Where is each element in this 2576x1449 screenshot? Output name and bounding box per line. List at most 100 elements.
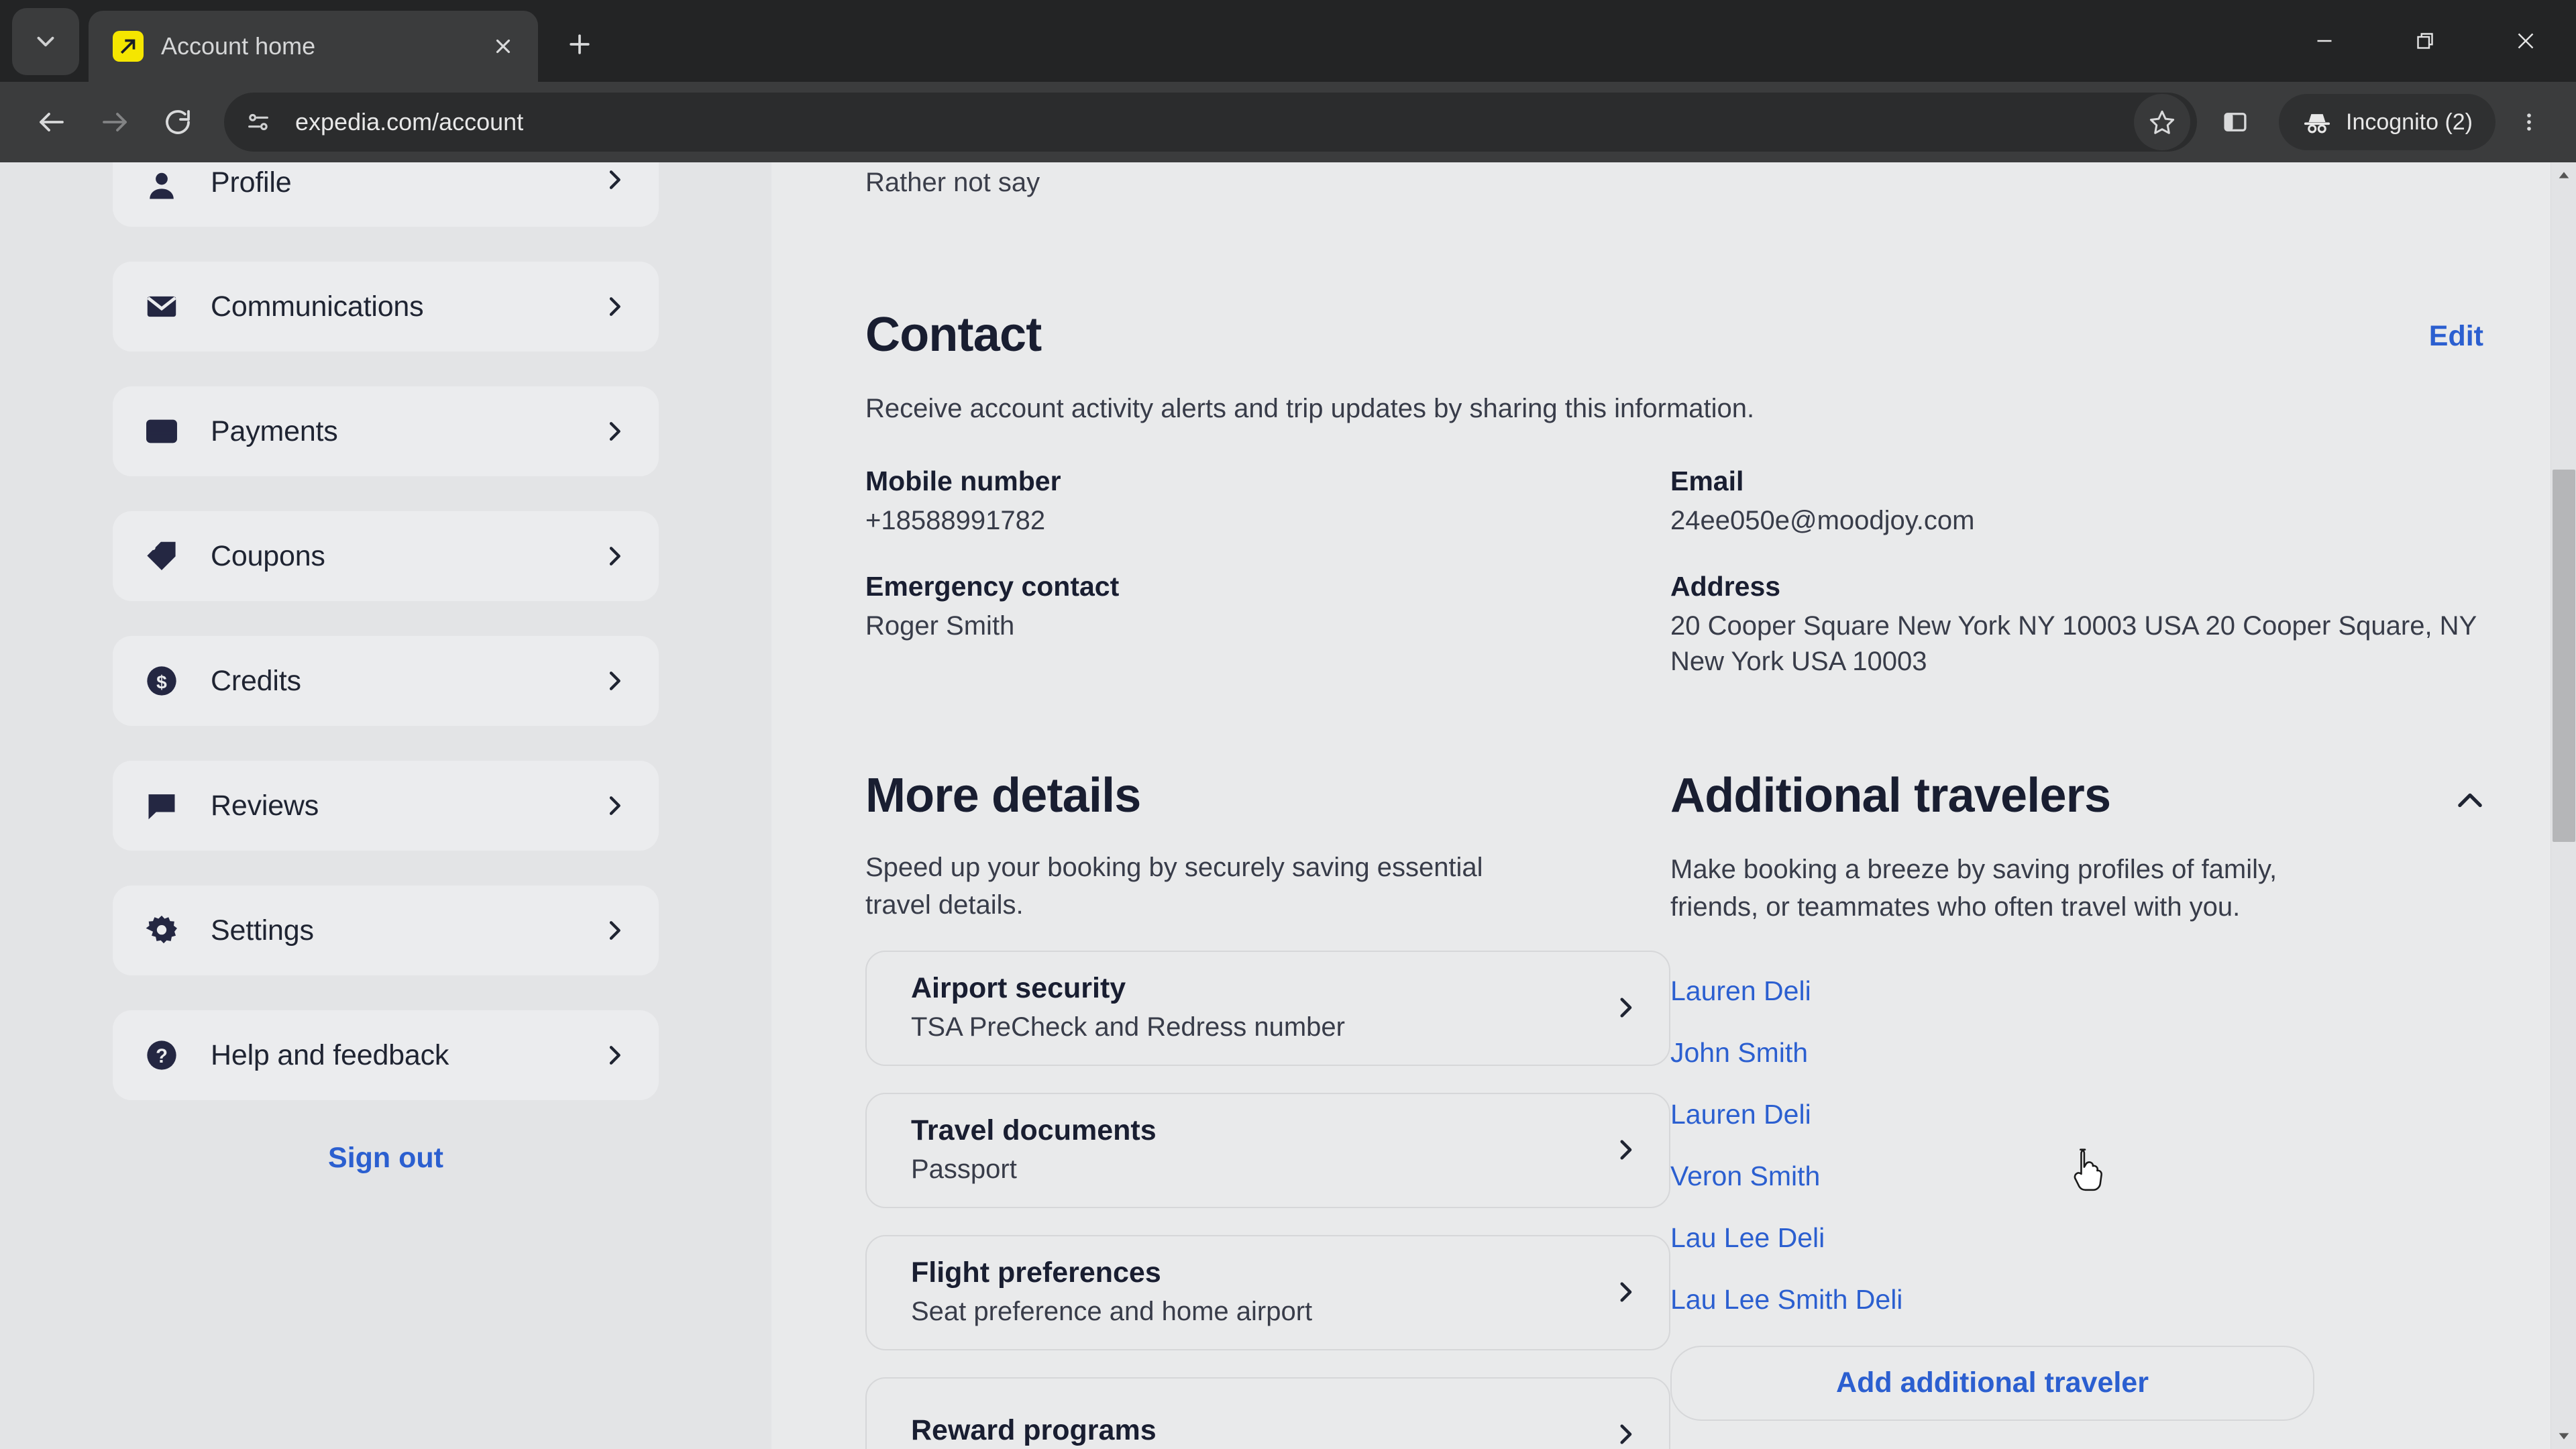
question-circle-icon: ? [142, 1036, 181, 1075]
traveler-link[interactable]: Lau Lee Smith Deli [1670, 1284, 2502, 1316]
additional-travelers-title: Additional travelers [1670, 769, 2111, 823]
scroll-up-arrow-icon [2559, 172, 2569, 178]
url-text[interactable]: expedia.com/account [295, 108, 2134, 136]
field-label: Address [1670, 570, 1781, 602]
traveler-link[interactable]: Veron Smith [1670, 1161, 2502, 1192]
sidebar-item-credits[interactable]: $ Credits [113, 636, 659, 726]
traveler-link[interactable]: Lauren Deli [1670, 975, 2502, 1007]
account-main-content: Rather not say Contact Edit Receive acco… [771, 162, 2576, 1449]
chevron-right-icon [601, 166, 628, 193]
side-panel-button[interactable] [2206, 93, 2264, 151]
chevron-right-icon [601, 543, 628, 570]
scrollbar-thumb[interactable] [2552, 470, 2575, 842]
sidebar-item-label: Settings [211, 914, 314, 947]
back-arrow-icon [40, 113, 64, 131]
traveler-list: Lauren Deli John Smith Lauren Deli Veron… [1670, 975, 2502, 1316]
traveler-link[interactable]: John Smith [1670, 1037, 2502, 1069]
traveler-link[interactable]: Lauren Deli [1670, 1099, 2502, 1130]
traveler-link[interactable]: Lau Lee Deli [1670, 1222, 2502, 1254]
side-panel-icon [2224, 113, 2247, 131]
scroll-down-button[interactable] [2551, 1424, 2576, 1449]
field-value: Roger Smith [865, 610, 1015, 641]
chevron-right-icon [1611, 994, 1640, 1022]
browser-tab[interactable]: Account home [89, 11, 538, 82]
chevron-right-icon [601, 917, 628, 944]
sidebar-item-label: Communications [211, 290, 424, 323]
sidebar-item-payments[interactable]: Payments [113, 386, 659, 476]
sidebar-item-coupons[interactable]: Coupons [113, 511, 659, 601]
bookmark-button[interactable] [2134, 94, 2190, 150]
sidebar-item-communications[interactable]: Communications [113, 262, 659, 352]
contact-subtitle: Receive account activity alerts and trip… [865, 394, 1755, 423]
gender-value: Rather not say [865, 168, 1040, 197]
close-tab-button[interactable] [484, 28, 522, 65]
incognito-hat-icon [2304, 114, 2330, 133]
page-scrollbar[interactable] [2551, 162, 2576, 1449]
field-value: 20 Cooper Square New York NY 10003 USA 2… [1670, 610, 2477, 676]
address-bar[interactable]: expedia.com/account [224, 93, 2197, 152]
card-description: TSA PreCheck and Redress number [911, 1012, 1345, 1042]
forward-button[interactable] [83, 91, 146, 154]
chevron-down-icon [37, 36, 54, 47]
card-title: Airport security [911, 972, 1126, 1005]
card-airport-security[interactable]: Airport security TSA PreCheck and Redres… [865, 950, 1670, 1066]
new-tab-button[interactable] [554, 19, 605, 70]
account-sidebar: Profile Communications Payments Coupons … [0, 162, 771, 1449]
minimize-icon [2317, 40, 2332, 42]
gear-icon [142, 911, 181, 950]
sidebar-item-label: Help and feedback [211, 1038, 449, 1071]
browser-toolbar: expedia.com/account Incognito (2) [0, 82, 2576, 162]
three-dot-menu-icon [2527, 113, 2531, 131]
envelope-icon [142, 287, 181, 326]
field-value: 24ee050e@moodjoy.com [1670, 506, 1975, 535]
window-controls [2274, 0, 2576, 82]
close-window-icon [2518, 33, 2534, 49]
card-flight-preferences[interactable]: Flight preferences Seat preference and h… [865, 1234, 1670, 1350]
card-travel-documents[interactable]: Travel documents Passport [865, 1092, 1670, 1208]
field-emergency-contact: Emergency contact Roger Smith [865, 571, 1670, 644]
scroll-down-arrow-icon [2559, 1433, 2569, 1440]
additional-travelers-subtitle: Make booking a breeze by saving profiles… [1670, 855, 2277, 922]
incognito-profile-chip[interactable]: Incognito (2) [2279, 94, 2496, 150]
sidebar-item-label: Profile [211, 166, 292, 199]
sidebar-item-profile[interactable]: Profile [113, 162, 659, 227]
chevron-right-icon [1611, 1136, 1640, 1164]
sidebar-item-label: Credits [211, 664, 301, 697]
close-icon [496, 39, 511, 54]
field-email: Email 24ee050e@moodjoy.com [1670, 466, 2502, 539]
collapse-additional-travelers-button[interactable] [2453, 784, 2487, 822]
field-label: Mobile number [865, 466, 1061, 496]
site-settings-button[interactable] [233, 97, 283, 147]
maximize-button[interactable] [2375, 0, 2475, 82]
back-button[interactable] [20, 91, 83, 154]
sidebar-item-help-and-feedback[interactable]: ? Help and feedback [113, 1010, 659, 1100]
sign-out-link[interactable]: Sign out [113, 1142, 659, 1175]
additional-travelers-section: Additional travelers Make booking a bree… [1670, 771, 2502, 1449]
chevron-right-icon [601, 667, 628, 694]
svg-text:$: $ [156, 672, 167, 692]
scrollbar-track[interactable] [2551, 188, 2576, 1424]
page-viewport: Profile Communications Payments Coupons … [0, 162, 2576, 1449]
card-title: Reward programs [911, 1414, 1157, 1447]
tab-search-button[interactable] [12, 8, 79, 75]
card-description: Passport [911, 1155, 1017, 1185]
reload-icon [166, 110, 190, 134]
close-window-button[interactable] [2475, 0, 2576, 82]
sidebar-item-label: Coupons [211, 539, 325, 572]
scroll-up-button[interactable] [2551, 162, 2576, 188]
sidebar-item-label: Payments [211, 415, 338, 447]
field-label: Emergency contact [865, 570, 1120, 602]
chevron-right-icon [601, 418, 628, 445]
card-reward-programs[interactable]: Reward programs [865, 1377, 1670, 1449]
sidebar-item-settings[interactable]: Settings [113, 885, 659, 975]
contact-title: Contact [865, 308, 1042, 362]
dollar-coin-icon: $ [142, 661, 181, 700]
reload-button[interactable] [146, 91, 209, 154]
chrome-menu-button[interactable] [2502, 91, 2556, 154]
contact-edit-link[interactable]: Edit [2429, 320, 2483, 353]
add-additional-traveler-button[interactable]: Add additional traveler [1670, 1345, 2314, 1421]
minimize-button[interactable] [2274, 0, 2375, 82]
sidebar-item-reviews[interactable]: Reviews [113, 761, 659, 851]
chevron-right-icon [601, 792, 628, 819]
contact-section: Contact Edit Receive account activity al… [865, 311, 2502, 711]
